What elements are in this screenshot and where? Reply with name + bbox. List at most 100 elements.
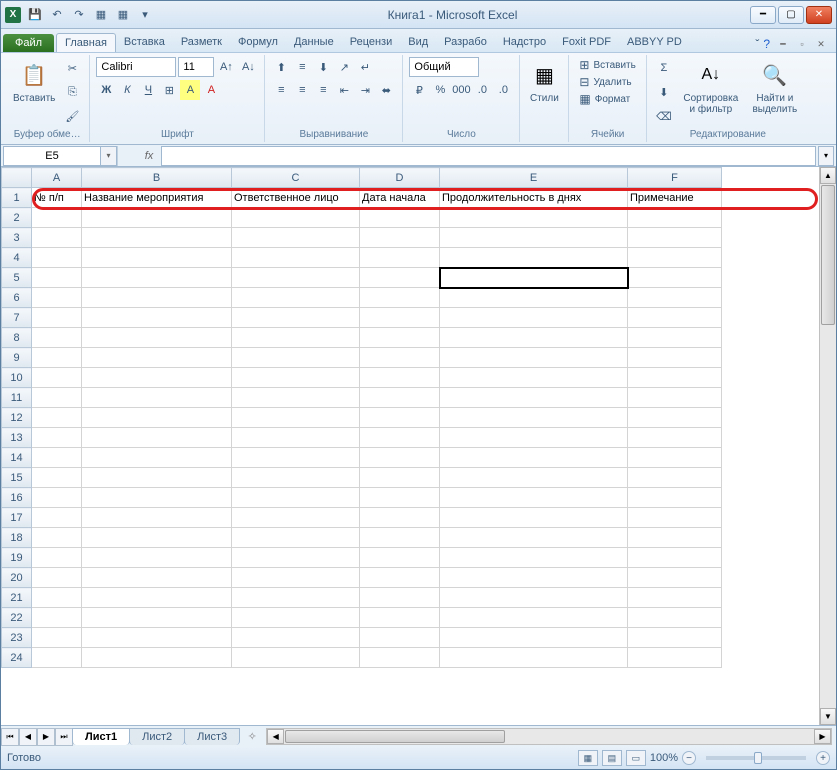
minimize-button[interactable]: ━ [750, 6, 776, 24]
ribbon-tab[interactable]: Вид [400, 33, 436, 52]
save-icon[interactable]: 💾 [25, 5, 45, 25]
row-header[interactable]: 1 [2, 188, 32, 208]
cell[interactable] [82, 328, 232, 348]
cell[interactable] [32, 328, 82, 348]
cell[interactable] [360, 468, 440, 488]
fill-color-button[interactable]: A [180, 80, 200, 100]
name-box[interactable]: E5 [3, 146, 101, 166]
cell[interactable] [232, 248, 360, 268]
qat-icon[interactable]: ▦ [113, 5, 133, 25]
cell[interactable]: Ответственное лицо [232, 188, 360, 208]
cell[interactable] [440, 368, 628, 388]
hscroll-thumb[interactable] [285, 730, 505, 743]
cell[interactable] [232, 208, 360, 228]
cell[interactable] [82, 208, 232, 228]
cell[interactable] [32, 528, 82, 548]
cell[interactable] [232, 268, 360, 288]
cell[interactable] [360, 348, 440, 368]
cell[interactable] [628, 408, 722, 428]
cell[interactable] [232, 468, 360, 488]
cell[interactable] [440, 228, 628, 248]
cell[interactable] [82, 528, 232, 548]
cell[interactable] [82, 408, 232, 428]
decrease-indent-icon[interactable]: ⇤ [334, 80, 354, 100]
zoom-slider[interactable] [706, 756, 806, 760]
row-header[interactable]: 17 [2, 508, 32, 528]
zoom-out-button[interactable]: − [682, 751, 696, 765]
cell[interactable]: Продолжительность в днях [440, 188, 628, 208]
cell[interactable] [360, 448, 440, 468]
cell[interactable] [360, 208, 440, 228]
cell[interactable] [232, 488, 360, 508]
row-header[interactable]: 18 [2, 528, 32, 548]
cell[interactable] [82, 308, 232, 328]
copy-icon[interactable]: ⎘ [61, 81, 83, 103]
row-header[interactable]: 15 [2, 468, 32, 488]
cell[interactable]: Название мероприятия [82, 188, 232, 208]
cell[interactable] [82, 488, 232, 508]
tab-next-icon[interactable]: ▶ [37, 728, 55, 746]
ribbon-tab[interactable]: Foxit PDF [554, 33, 619, 52]
sort-filter-button[interactable]: A↓ Сортировка и фильтр [679, 57, 743, 117]
number-format-select[interactable] [409, 57, 479, 77]
cell[interactable] [232, 548, 360, 568]
cell[interactable] [628, 248, 722, 268]
row-header[interactable]: 24 [2, 648, 32, 668]
delete-cells-button[interactable]: ⊟Удалить [575, 74, 635, 90]
row-header[interactable]: 14 [2, 448, 32, 468]
mdi-close[interactable]: ✕ [812, 36, 830, 52]
cell[interactable] [232, 368, 360, 388]
cell[interactable] [82, 608, 232, 628]
cell[interactable] [32, 408, 82, 428]
underline-button[interactable]: Ч [138, 80, 158, 100]
qat-icon[interactable]: ▦ [91, 5, 111, 25]
cell[interactable] [440, 488, 628, 508]
cell[interactable] [232, 528, 360, 548]
row-header[interactable]: 23 [2, 628, 32, 648]
align-bottom-icon[interactable]: ⬇ [313, 57, 333, 77]
cell[interactable] [82, 508, 232, 528]
cell[interactable] [232, 288, 360, 308]
cell[interactable]: № п/п [32, 188, 82, 208]
normal-view-icon[interactable]: ▦ [578, 750, 598, 766]
cell[interactable] [32, 388, 82, 408]
column-header[interactable]: E [440, 168, 628, 188]
horizontal-scrollbar[interactable]: ◀ ▶ [266, 728, 832, 745]
cell[interactable] [440, 328, 628, 348]
mdi-minimize[interactable]: ━ [774, 36, 792, 52]
cell[interactable] [440, 448, 628, 468]
cell[interactable] [360, 648, 440, 668]
comma-icon[interactable]: 000 [451, 80, 471, 100]
cell[interactable] [360, 248, 440, 268]
increase-decimal-icon[interactable]: .0 [472, 80, 492, 100]
cell[interactable] [440, 428, 628, 448]
cell[interactable] [628, 608, 722, 628]
cell[interactable] [360, 228, 440, 248]
namebox-dropdown-icon[interactable]: ▾ [101, 146, 117, 166]
row-header[interactable]: 2 [2, 208, 32, 228]
vertical-scrollbar[interactable]: ▲ ▼ [819, 167, 836, 725]
row-header[interactable]: 20 [2, 568, 32, 588]
worksheet-grid[interactable]: ABCDEF1№ п/пНазвание мероприятияОтветств… [1, 167, 722, 668]
cell[interactable] [82, 268, 232, 288]
cell[interactable] [82, 228, 232, 248]
cell[interactable] [628, 228, 722, 248]
ribbon-tab[interactable]: Надстро [495, 33, 554, 52]
fx-button[interactable]: fx [137, 146, 161, 166]
decrease-font-icon[interactable]: A↓ [238, 57, 258, 77]
row-header[interactable]: 11 [2, 388, 32, 408]
cell[interactable] [32, 628, 82, 648]
cell[interactable] [360, 548, 440, 568]
increase-font-icon[interactable]: A↑ [216, 57, 236, 77]
cell[interactable] [82, 588, 232, 608]
file-tab[interactable]: Файл [3, 34, 54, 52]
cell[interactable] [628, 388, 722, 408]
cell[interactable] [82, 628, 232, 648]
cell[interactable] [440, 388, 628, 408]
cell[interactable] [440, 608, 628, 628]
close-button[interactable]: ✕ [806, 6, 832, 24]
cell[interactable] [232, 228, 360, 248]
fill-icon[interactable]: ⬇ [653, 81, 675, 103]
cell[interactable] [628, 428, 722, 448]
cell[interactable] [82, 648, 232, 668]
